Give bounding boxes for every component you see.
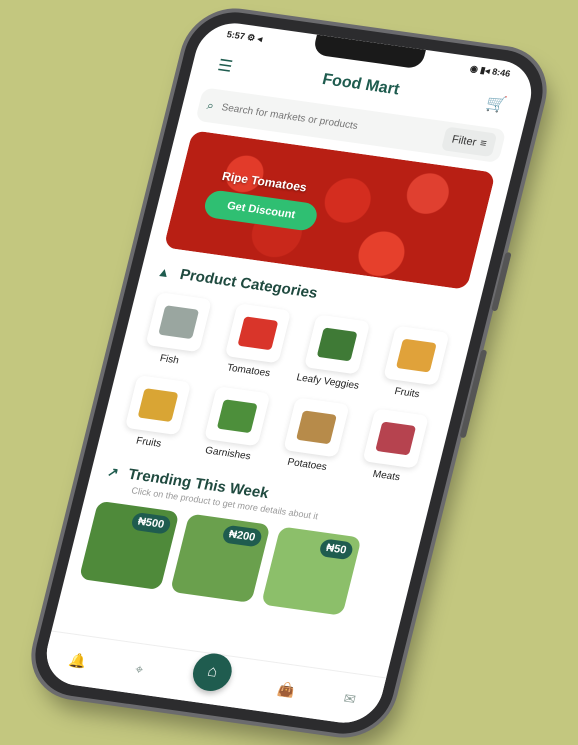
category-image (375, 420, 417, 455)
home-icon[interactable]: ⌂ (188, 650, 236, 693)
category-image (395, 338, 437, 373)
trending-icon: ↗ (105, 462, 121, 480)
category-image (295, 409, 337, 444)
category-item[interactable]: Fish (133, 290, 220, 369)
category-thumb (283, 396, 350, 457)
filter-label: Filter (450, 133, 478, 149)
category-image (237, 315, 279, 350)
app-title: Food Mart (320, 70, 402, 98)
category-label: Tomatoes (225, 361, 272, 379)
status-left: 5:57 ⚙ ◂ (225, 28, 264, 43)
category-image (158, 304, 200, 339)
bag-icon[interactable]: 👜 (276, 680, 297, 699)
category-label: Garnishes (203, 444, 252, 462)
category-item[interactable]: Meats (350, 407, 437, 486)
filter-icon: ≡ (478, 137, 488, 150)
menu-icon[interactable]: ☰ (210, 52, 240, 79)
category-item[interactable]: Fruits (113, 373, 200, 452)
category-label: Leafy Veggies (295, 371, 361, 392)
category-thumb (145, 291, 212, 352)
cart-icon[interactable]: 🛒 (482, 90, 512, 117)
category-thumb (124, 374, 192, 435)
phone-mockup: 5:57 ⚙ ◂ ◉ ▮◂ 8:46 ☰ Food Mart 🛒 ⌕ Filte… (25, 5, 553, 740)
get-discount-button[interactable]: Get Discount (201, 188, 321, 232)
category-label: Meats (371, 468, 402, 483)
notification-icon[interactable]: 🔔 (68, 650, 89, 669)
trending-card[interactable]: ₦500 (78, 500, 180, 590)
trending-card[interactable]: ₦50 (261, 525, 362, 616)
categories-icon: ▲ (155, 263, 173, 280)
category-thumb (224, 302, 292, 363)
search-icon: ⌕ (205, 97, 216, 112)
location-icon[interactable]: ⌖ (133, 660, 146, 678)
chat-icon[interactable]: ✉ (342, 689, 358, 707)
category-image (316, 326, 358, 361)
price-badge: ₦200 (220, 524, 264, 547)
category-thumb (362, 407, 429, 469)
category-label: Potatoes (286, 456, 328, 473)
category-item[interactable]: Tomatoes (213, 302, 300, 381)
trending-card[interactable]: ₦200 (169, 513, 271, 603)
filter-button[interactable]: Filter ≡ (441, 126, 498, 157)
category-label: Fruits (393, 385, 421, 400)
category-image (137, 387, 179, 422)
category-item[interactable]: Potatoes (271, 396, 358, 475)
category-item[interactable]: Garnishes (192, 385, 279, 464)
price-badge: ₦500 (129, 511, 173, 535)
category-image (216, 398, 258, 433)
category-thumb (383, 324, 450, 386)
category-item[interactable]: Fruits (371, 324, 458, 403)
category-label: Fish (158, 352, 181, 366)
category-item[interactable]: Leafy Veggies (292, 313, 379, 392)
price-badge: ₦50 (318, 537, 355, 560)
banner-promo-text: Ripe Tomatoes (220, 168, 309, 194)
status-right: ◉ ▮◂ 8:46 (469, 62, 512, 78)
category-thumb (303, 313, 371, 375)
category-thumb (203, 385, 271, 446)
category-label: Fruits (134, 435, 163, 450)
